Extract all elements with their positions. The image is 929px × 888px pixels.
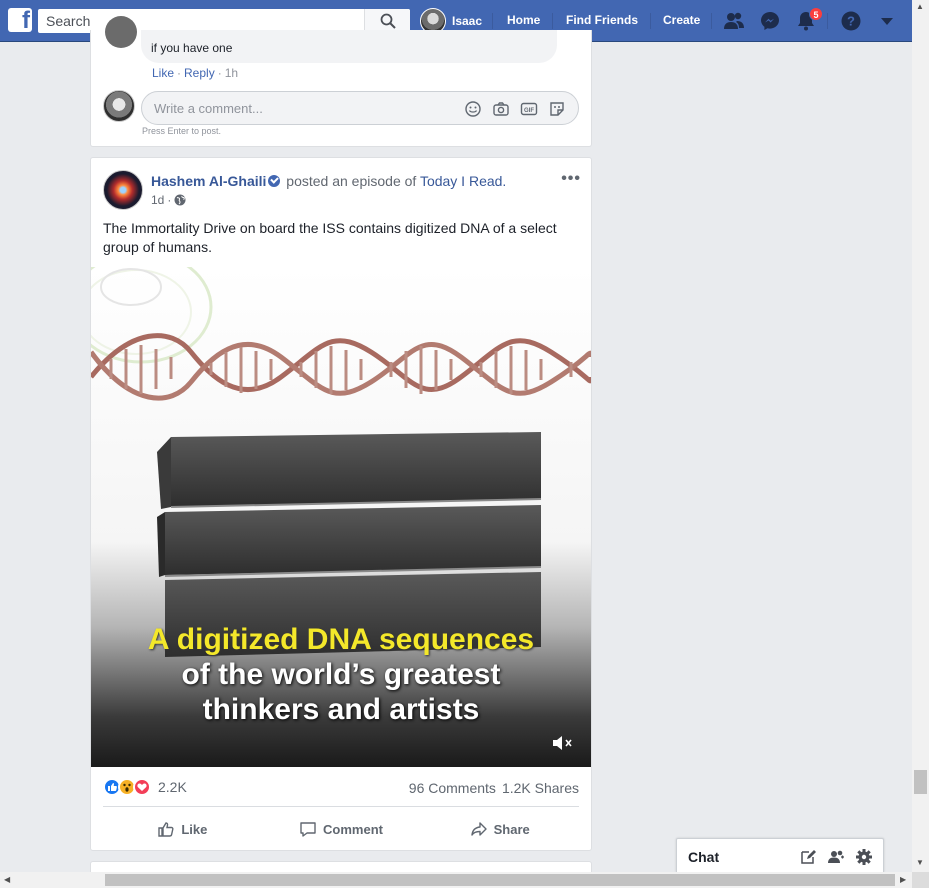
caption-line: thinkers and artists	[202, 693, 480, 726]
sticker-icon[interactable]	[548, 100, 566, 118]
share-icon	[470, 822, 487, 836]
post-verb: posted an episode of	[286, 173, 417, 189]
svg-text:?: ?	[847, 14, 855, 29]
nav-home-link[interactable]: Home	[507, 13, 540, 27]
emoji-icon[interactable]	[464, 100, 482, 118]
comment-button[interactable]: Comment	[262, 813, 421, 845]
comment-text: if you have one	[151, 41, 233, 55]
shares-count-link[interactable]: 1.2K Shares	[502, 780, 579, 796]
camera-icon[interactable]	[492, 100, 510, 118]
verified-badge-icon	[268, 175, 281, 187]
nav-divider	[492, 13, 493, 29]
post-actions: Like Comment Share	[103, 813, 579, 845]
notification-count-badge: 5	[809, 7, 823, 21]
create-group-icon[interactable]	[827, 848, 845, 866]
gif-icon[interactable]: GIF	[520, 100, 538, 118]
comment-actions: Like · Reply · 1h	[152, 66, 239, 80]
scroll-right-arrow-icon[interactable]: ▶	[900, 875, 906, 884]
chat-label: Chat	[688, 849, 720, 865]
facebook-logo-icon[interactable]: f	[8, 8, 32, 32]
page-avatar[interactable]	[103, 170, 143, 210]
nav-create-link[interactable]: Create	[663, 13, 700, 27]
divider	[103, 806, 579, 807]
help-icon[interactable]: ?	[840, 10, 862, 32]
thumbs-up-icon	[158, 822, 174, 837]
post-options-button[interactable]: •••	[561, 170, 581, 188]
caption-line: A digitized DNA sequences	[147, 623, 535, 656]
vertical-scrollbar[interactable]: ▲ ▼	[912, 0, 929, 872]
mute-icon[interactable]	[552, 734, 574, 752]
post-author-link[interactable]: Hashem Al-Ghaili	[151, 173, 266, 189]
comment-label: Comment	[323, 821, 383, 837]
account-menu-icon[interactable]	[876, 10, 898, 32]
comments-count-link[interactable]: 96 Comments	[409, 780, 496, 796]
feed-post: Hashem Al-Ghaili posted an episode of To…	[90, 157, 592, 851]
post-timestamp: 1d ·	[151, 193, 186, 207]
comment-icon	[300, 822, 316, 837]
share-button[interactable]: Share	[420, 813, 579, 845]
globe-icon	[174, 194, 186, 206]
post-stats: 96 Comments 1.2K Shares	[409, 780, 579, 796]
post-text: The Immortality Drive on board the ISS c…	[103, 220, 557, 255]
video-player[interactable]: A digitized DNA sequences of the world’s…	[91, 267, 591, 767]
comment-like-link[interactable]: Like	[152, 66, 174, 80]
scroll-down-arrow-icon[interactable]: ▼	[916, 858, 924, 867]
previous-post-comments: if you have one Like·Reply·1h GIF Press …	[90, 16, 592, 147]
press-enter-hint: Press Enter to post.	[142, 126, 222, 136]
avatar	[105, 16, 137, 48]
post-header: Hashem Al-Ghaili posted an episode of To…	[151, 173, 506, 189]
reaction-count: 2.2K	[158, 779, 187, 795]
episode-page-link[interactable]: Today I Read.	[420, 173, 506, 189]
messenger-icon[interactable]	[759, 10, 781, 32]
comment-reply-link[interactable]: Reply	[184, 66, 215, 80]
profile-name: Isaac	[452, 14, 483, 28]
nav-find-friends-link[interactable]: Find Friends	[566, 13, 638, 27]
chat-tab[interactable]: Chat	[676, 838, 884, 872]
video-caption: A digitized DNA sequences of the world’s…	[91, 622, 591, 727]
nav-divider	[711, 13, 712, 29]
scrollbar-corner	[912, 872, 929, 888]
comment-time[interactable]: 1h	[225, 66, 238, 80]
vertical-scroll-thumb[interactable]	[914, 770, 927, 794]
avatar[interactable]	[103, 90, 135, 122]
friend-requests-icon[interactable]	[723, 10, 745, 32]
like-label: Like	[181, 821, 208, 837]
search-icon	[380, 13, 396, 29]
share-label: Share	[493, 821, 530, 837]
comment-bubble: if you have one	[141, 30, 557, 63]
love-reaction-icon	[133, 778, 151, 796]
nav-divider	[827, 13, 828, 29]
chat-settings-gear-icon[interactable]	[855, 848, 873, 866]
scroll-left-arrow-icon[interactable]: ◀	[4, 875, 10, 884]
nav-divider	[650, 13, 651, 29]
comment-composer: GIF	[141, 91, 579, 125]
svg-text:GIF: GIF	[524, 108, 534, 114]
new-message-icon[interactable]	[799, 848, 817, 866]
horizontal-scroll-thumb[interactable]	[105, 874, 895, 886]
like-button[interactable]: Like	[103, 813, 262, 845]
comment-input[interactable]	[142, 92, 442, 124]
post-time-link[interactable]: 1d	[151, 193, 164, 207]
scroll-up-arrow-icon[interactable]: ▲	[916, 2, 924, 11]
caption-line: of the world’s greatest	[181, 658, 501, 691]
nav-divider	[552, 13, 553, 29]
horizontal-scrollbar[interactable]: ◀ ▶	[0, 872, 912, 888]
reactions-summary[interactable]: 2.2K	[103, 778, 187, 796]
